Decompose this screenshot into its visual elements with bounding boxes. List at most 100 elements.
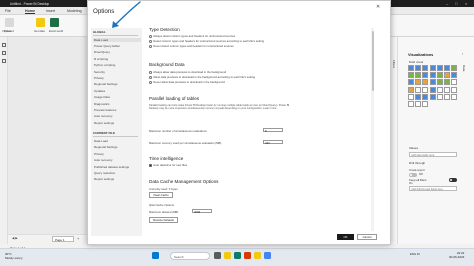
minimize-icon[interactable]: – bbox=[446, 1, 448, 6]
maximize-icon[interactable]: □ bbox=[455, 1, 457, 6]
paginated-report-icon[interactable] bbox=[451, 93, 458, 100]
restore-defaults-button[interactable]: Restore Defaults bbox=[149, 217, 178, 223]
radio-icon[interactable] bbox=[149, 80, 152, 84]
nav-item-data-load[interactable]: Data Load bbox=[93, 38, 141, 42]
donut-chart-icon[interactable] bbox=[422, 79, 429, 86]
100-column-icon[interactable] bbox=[443, 65, 450, 71]
ok-button[interactable]: OK bbox=[337, 234, 354, 240]
100-bar-icon[interactable] bbox=[436, 65, 443, 71]
chrome-icon[interactable] bbox=[264, 252, 271, 259]
area-chart-icon[interactable] bbox=[408, 72, 414, 79]
pie-chart-icon[interactable] bbox=[415, 79, 422, 86]
page-nav-arrows[interactable]: ◀ ▶ bbox=[12, 236, 18, 240]
ribbon-chart-icon[interactable] bbox=[436, 72, 443, 79]
power-apps-icon[interactable] bbox=[408, 100, 414, 107]
clear-cache-button[interactable]: Clear Cache bbox=[149, 192, 173, 198]
stacked-column-icon[interactable] bbox=[415, 65, 422, 71]
cancel-button[interactable]: Cancel bbox=[357, 234, 377, 240]
background-option-always[interactable]: Always allow data previews to download i… bbox=[149, 70, 226, 74]
power-bi-taskbar-icon[interactable] bbox=[254, 252, 261, 259]
weather-widget[interactable]: 30°C Mostly sunny bbox=[5, 252, 23, 260]
nav-item-python-scripting[interactable]: Python scripting bbox=[93, 63, 141, 67]
menu-home[interactable]: Home bbox=[25, 9, 35, 14]
model-view-icon[interactable] bbox=[2, 59, 6, 63]
key-influencers-icon[interactable] bbox=[422, 93, 429, 100]
narrative-icon[interactable] bbox=[443, 93, 450, 100]
close-window-icon[interactable]: × bbox=[465, 1, 467, 6]
background-option-per-file[interactable]: Allow data previews to download in the b… bbox=[149, 75, 255, 79]
card-icon[interactable] bbox=[415, 86, 422, 93]
slicer-icon[interactable] bbox=[436, 86, 443, 93]
nav-item-cf-auto-recovery[interactable]: Auto recovery bbox=[93, 158, 141, 162]
nav-item-regional-settings[interactable]: Regional Settings bbox=[93, 82, 141, 86]
type-detection-option-always[interactable]: Always detect column types and headers f… bbox=[149, 34, 235, 38]
filters-label[interactable]: Filters bbox=[392, 60, 396, 68]
line-chart-icon[interactable] bbox=[451, 65, 458, 71]
menu-modeling[interactable]: Modeling bbox=[67, 9, 82, 13]
decomposition-tree-icon[interactable] bbox=[429, 93, 436, 100]
close-icon[interactable]: ✕ bbox=[376, 4, 380, 10]
nav-item-cf-report-settings[interactable]: Report settings bbox=[93, 177, 141, 181]
nav-item-cf-query-reduction[interactable]: Query reduction bbox=[93, 171, 141, 175]
auto-date-time-option[interactable]: Auto date/time for new files bbox=[149, 163, 187, 167]
power-automate-icon[interactable] bbox=[415, 100, 422, 107]
map-icon[interactable] bbox=[436, 79, 443, 86]
taskbar-search[interactable]: Search bbox=[170, 252, 210, 260]
excel-icon[interactable] bbox=[50, 18, 59, 27]
chevron-right-icon[interactable]: › bbox=[462, 52, 463, 56]
nav-item-preview-features[interactable]: Preview features bbox=[93, 108, 141, 112]
kpi-icon[interactable] bbox=[429, 86, 436, 93]
type-detection-option-never[interactable]: Never detect column types and headers fo… bbox=[149, 44, 234, 48]
page-tab[interactable]: Page 1 bbox=[52, 236, 74, 242]
keep-all-filters-toggle[interactable] bbox=[449, 178, 457, 182]
data-pane-label[interactable]: Data bbox=[462, 65, 466, 71]
nav-item-auto-recovery[interactable]: Auto recovery bbox=[93, 114, 141, 118]
clustered-column-icon[interactable] bbox=[429, 65, 436, 71]
matrix-icon[interactable] bbox=[451, 86, 458, 93]
radio-icon[interactable] bbox=[149, 70, 152, 74]
radio-selected-icon[interactable] bbox=[149, 75, 152, 79]
nav-item-power-query-editor[interactable]: Power Query Editor bbox=[93, 44, 141, 48]
nav-item-diagnostics[interactable]: Diagnostics bbox=[93, 102, 141, 106]
radio-selected-icon[interactable] bbox=[149, 39, 152, 43]
line-column-icon[interactable] bbox=[422, 72, 429, 79]
multi-row-card-icon[interactable] bbox=[422, 86, 429, 93]
report-view-icon[interactable] bbox=[2, 43, 6, 47]
table-icon[interactable] bbox=[443, 86, 450, 93]
clustered-bar-icon[interactable] bbox=[422, 65, 429, 71]
office-icon[interactable] bbox=[244, 252, 251, 259]
stacked-area-icon[interactable] bbox=[415, 72, 422, 79]
start-icon[interactable] bbox=[152, 252, 159, 259]
nav-item-cf-published-dataset[interactable]: Published dataset settings bbox=[93, 165, 141, 169]
nav-item-updates[interactable]: Updates bbox=[93, 89, 141, 93]
gauge-icon[interactable] bbox=[408, 86, 414, 93]
clock[interactable]: 22:22 30-06-2023 bbox=[449, 251, 464, 259]
checkbox-checked-icon[interactable] bbox=[149, 163, 152, 167]
menu-insert[interactable]: Insert bbox=[46, 9, 55, 13]
line-clustered-icon[interactable] bbox=[429, 72, 436, 79]
edge-icon[interactable] bbox=[234, 252, 241, 259]
radio-icon[interactable] bbox=[149, 34, 152, 38]
nav-item-privacy[interactable]: Privacy bbox=[93, 76, 141, 80]
nav-item-cf-regional-settings[interactable]: Regional Settings bbox=[93, 145, 141, 149]
file-explorer-icon[interactable] bbox=[224, 252, 231, 259]
nav-item-r-scripting[interactable]: R scripting bbox=[93, 57, 141, 61]
r-visual-icon[interactable] bbox=[408, 93, 414, 100]
nav-item-directquery[interactable]: DirectQuery bbox=[93, 50, 141, 54]
max-evaluations-input[interactable]: 8 bbox=[263, 128, 283, 133]
nav-item-security[interactable]: Security bbox=[93, 70, 141, 74]
nav-item-cf-data-load[interactable]: Data Load bbox=[93, 139, 141, 143]
funnel-icon[interactable] bbox=[451, 72, 458, 79]
task-view-icon[interactable] bbox=[214, 252, 221, 259]
radio-icon[interactable] bbox=[149, 44, 152, 48]
nav-item-usage-data[interactable]: Usage Data bbox=[93, 95, 141, 99]
menu-file[interactable]: File bbox=[5, 9, 11, 13]
stacked-bar-icon[interactable] bbox=[408, 65, 414, 71]
filled-map-icon[interactable] bbox=[443, 79, 450, 86]
background-option-never[interactable]: Never allow data previews to download in… bbox=[149, 80, 225, 84]
max-memory-input[interactable]: 432 bbox=[263, 140, 283, 145]
shape-map-icon[interactable] bbox=[451, 79, 458, 86]
treemap-icon[interactable] bbox=[429, 79, 436, 86]
qna-icon[interactable] bbox=[436, 93, 443, 100]
nav-item-report-settings[interactable]: Report settings bbox=[93, 121, 141, 125]
